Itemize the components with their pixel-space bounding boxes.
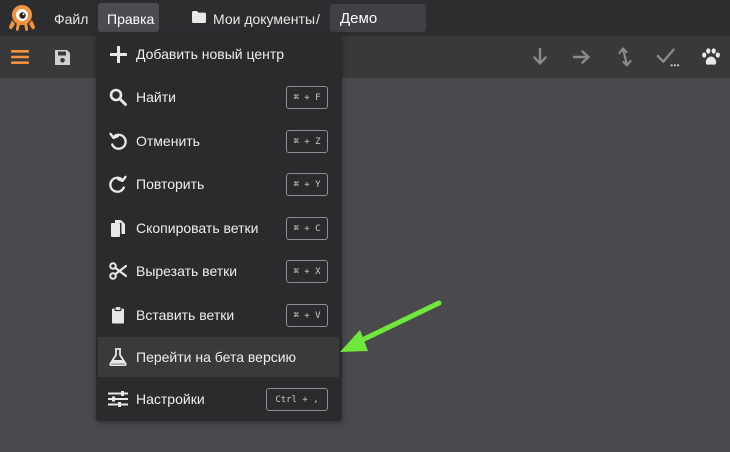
green-arrow-pointer (340, 300, 442, 352)
